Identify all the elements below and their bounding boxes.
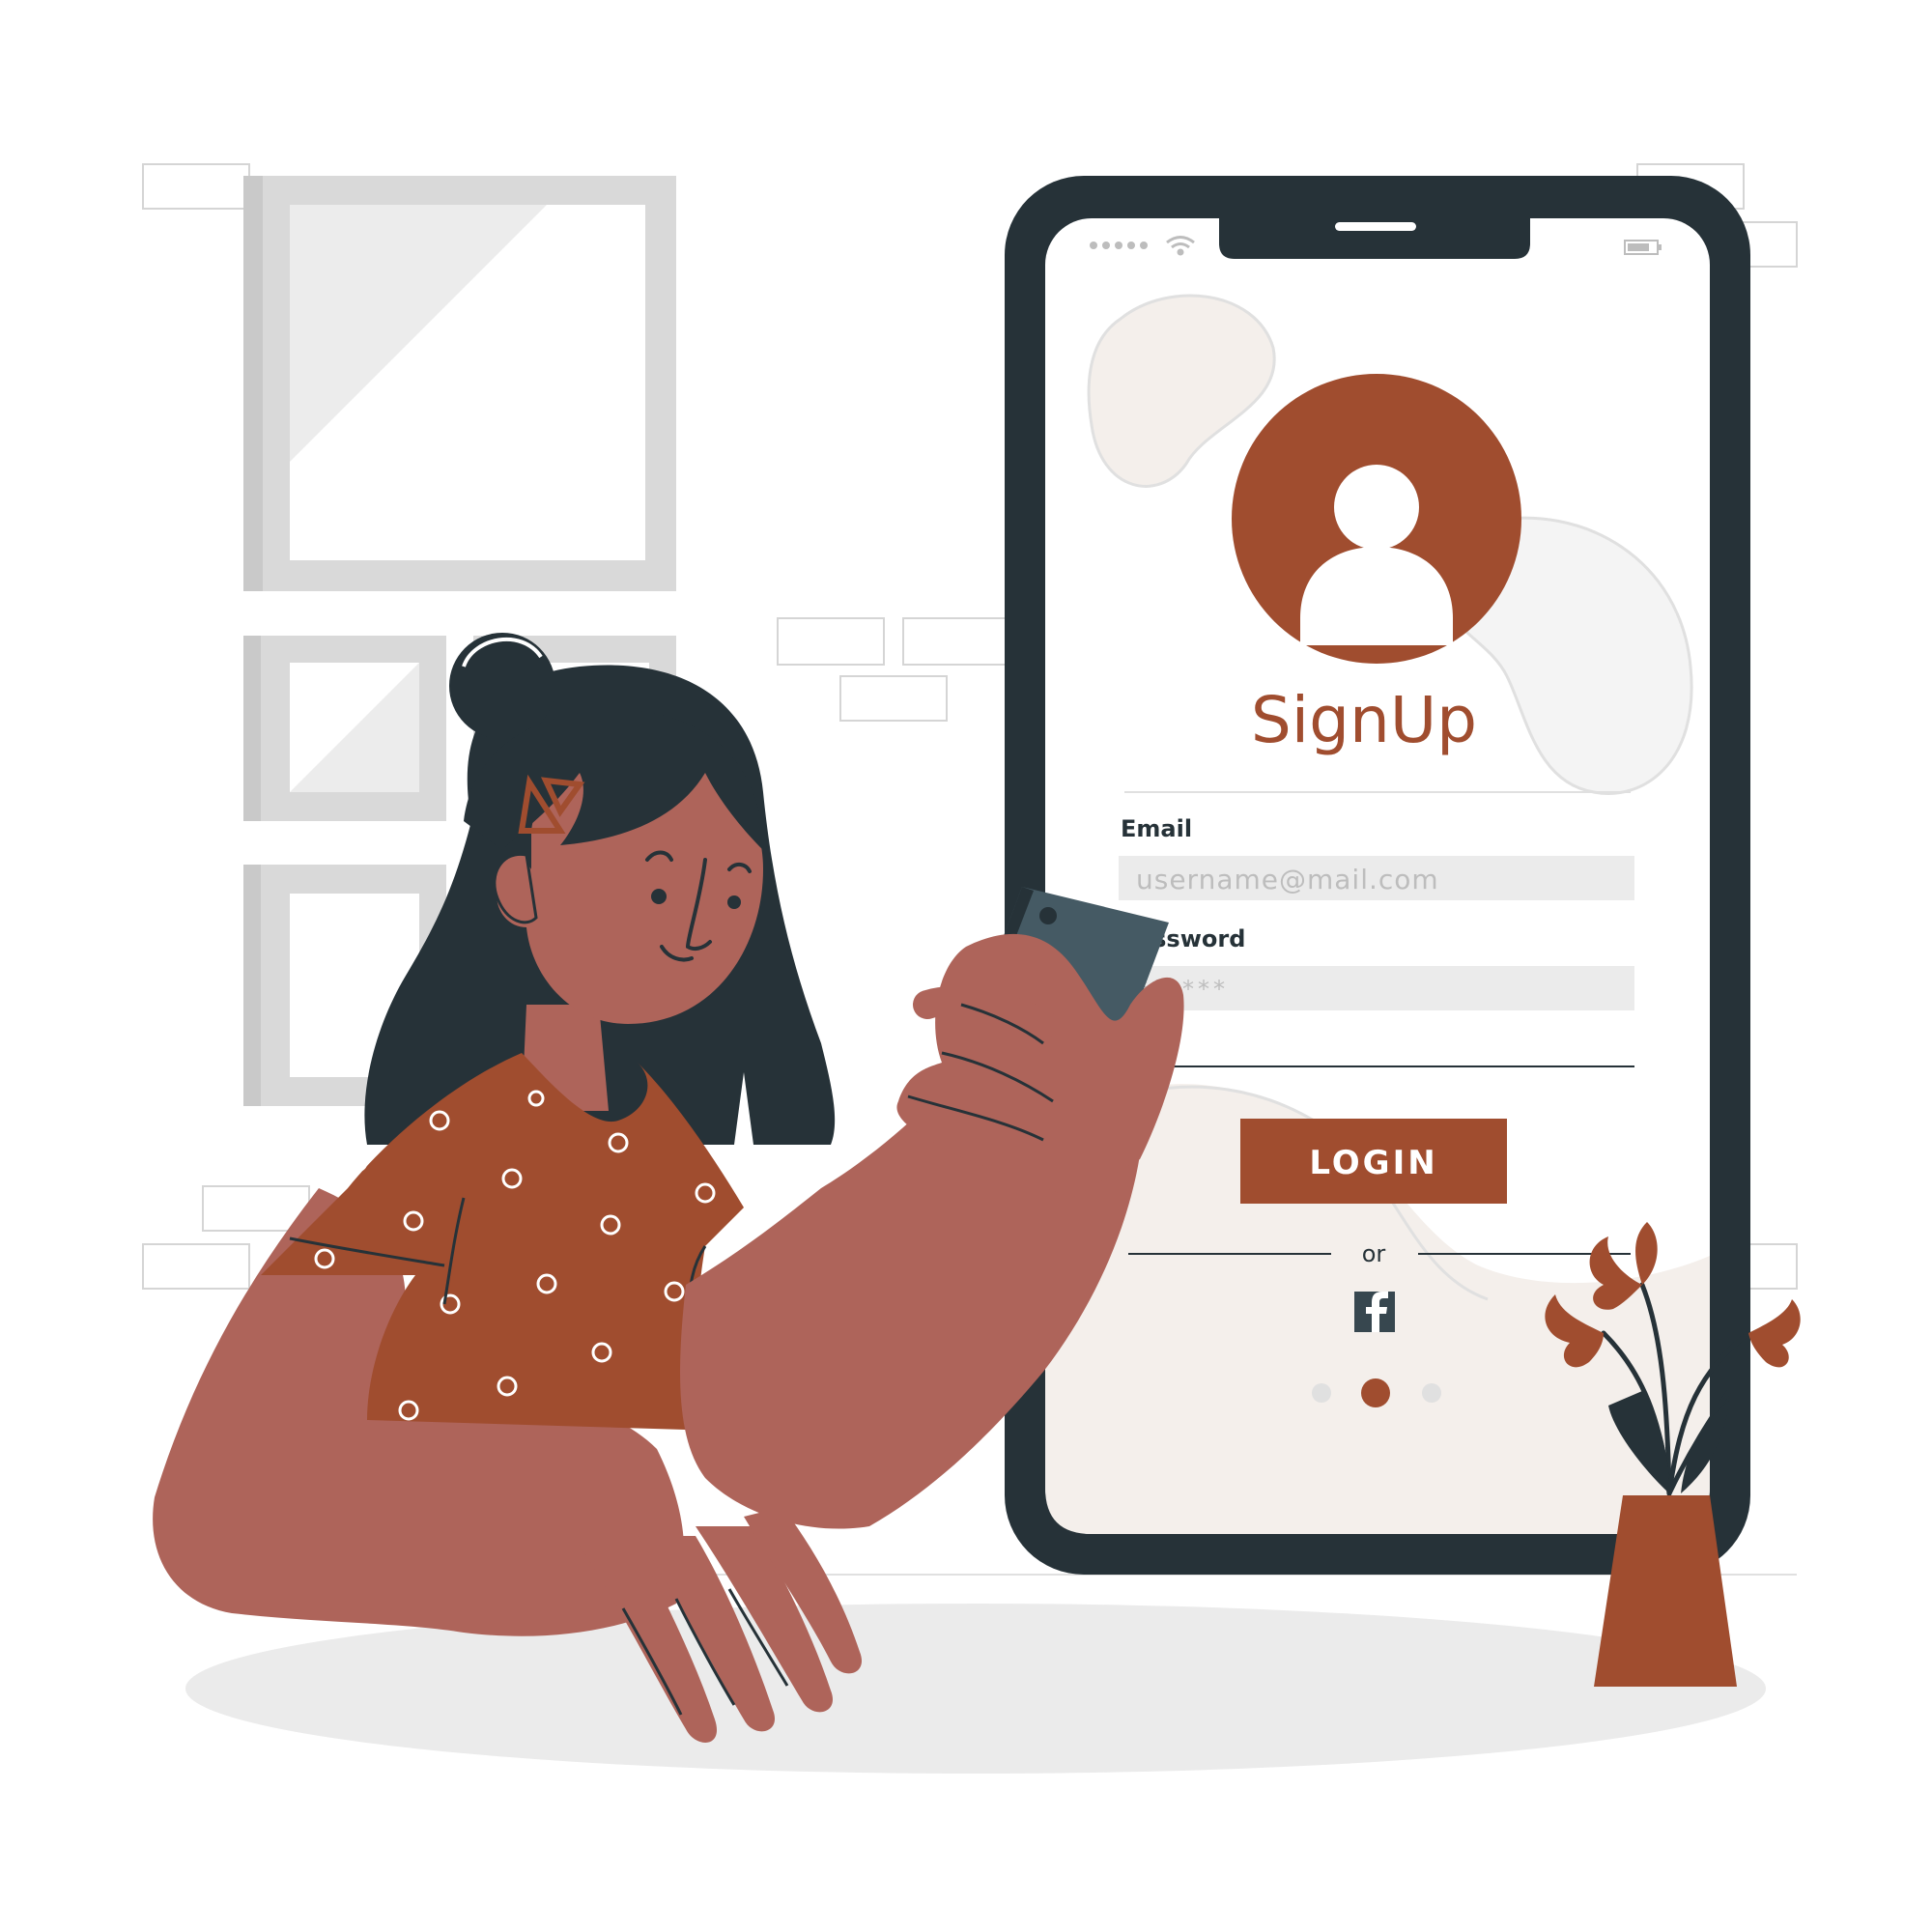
phone-mockup: SignUp Email username@mail.com Password … <box>1005 176 1750 1575</box>
password-field[interactable]: ****** <box>1119 966 1634 1010</box>
email-label: Email <box>1121 815 1192 842</box>
signup-illustration: SignUp Email username@mail.com Password … <box>142 163 1801 1774</box>
page-title: SignUp <box>1251 683 1477 757</box>
page-dot[interactable] <box>1312 1383 1331 1403</box>
login-button-label: LOGIN <box>1309 1144 1437 1182</box>
wall-frame-large <box>243 176 676 591</box>
floor-shadow <box>185 1604 1766 1774</box>
or-divider-label: or <box>1362 1240 1386 1267</box>
user-icon <box>1232 374 1521 664</box>
facebook-icon[interactable] <box>1354 1292 1395 1332</box>
login-button[interactable]: LOGIN <box>1240 1119 1507 1204</box>
email-field[interactable]: username@mail.com <box>1119 856 1634 900</box>
email-placeholder: username@mail.com <box>1136 864 1439 895</box>
wall-frame-small-1 <box>243 636 446 821</box>
page-dot-active[interactable] <box>1361 1378 1390 1407</box>
page-dot[interactable] <box>1422 1383 1441 1403</box>
